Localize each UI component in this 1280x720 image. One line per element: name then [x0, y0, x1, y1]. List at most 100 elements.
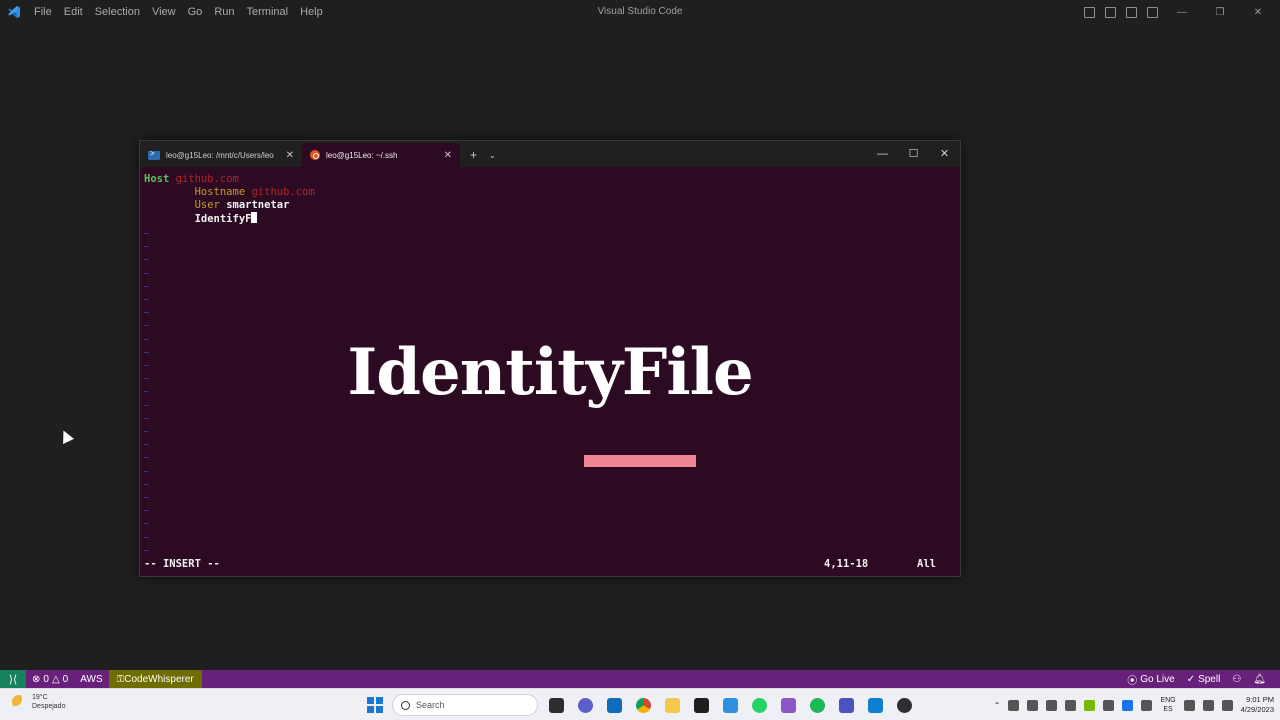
nvidia-icon[interactable]	[1084, 699, 1096, 711]
notifications-bell-icon[interactable]: 🔔︎	[1247, 674, 1272, 685]
overlay-underline	[584, 455, 696, 467]
tab-close-icon[interactable]: ✕	[444, 150, 452, 161]
problems-indicator[interactable]: ⊗ 0 △ 0	[26, 674, 74, 685]
menu-go[interactable]: Go	[182, 6, 209, 18]
bluetooth-icon[interactable]	[1122, 699, 1134, 711]
tab-label: leo@g15Leo: ~/.ssh	[326, 150, 398, 160]
menu-edit[interactable]: Edit	[58, 6, 89, 18]
tilde-marker: ~	[144, 427, 149, 436]
tray-app-icon[interactable]	[1065, 699, 1077, 711]
tray-app-icon[interactable]	[1027, 699, 1039, 711]
toggle-secondary-sidebar-icon[interactable]	[1126, 6, 1137, 18]
hostname-value: github.com	[251, 186, 315, 198]
tilde-marker: ~	[144, 506, 149, 516]
tilde-marker: ~	[144, 308, 149, 318]
keyword-user: User	[194, 199, 220, 211]
wifi-icon[interactable]	[1183, 699, 1195, 711]
config-line-4: IdentifyF	[144, 212, 258, 225]
minimize-icon[interactable]: —	[867, 141, 898, 167]
chrome-app-icon[interactable]	[631, 694, 655, 716]
microphone-icon[interactable]	[1141, 699, 1153, 711]
terminal-window-controls: — ☐ ✕	[867, 141, 960, 167]
menu-help[interactable]: Help	[294, 6, 329, 18]
tray-app-icon[interactable]	[1103, 699, 1115, 711]
terminal-tab-bar: leo@g15Leo: /mnt/c/Users/leo ✕ leo@g15Le…	[140, 141, 960, 167]
menu-view[interactable]: View	[146, 6, 182, 18]
volume-icon[interactable]	[1202, 699, 1214, 711]
teams-app-icon[interactable]	[834, 694, 858, 716]
file-explorer-app-icon[interactable]	[544, 694, 568, 716]
warning-icon: △	[51, 673, 60, 685]
tilde-marker: ~	[144, 281, 149, 291]
codewhisperer-label: CodeWhisperer	[124, 673, 194, 685]
menu-run[interactable]: Run	[208, 6, 240, 18]
battery-icon[interactable]	[1221, 699, 1233, 711]
folder-app-icon[interactable]	[660, 694, 684, 716]
tab-close-icon[interactable]: ✕	[286, 150, 294, 161]
close-icon[interactable]: ✕	[1244, 7, 1272, 18]
maximize-icon[interactable]: ☐	[898, 141, 929, 167]
restore-icon[interactable]: ❐	[1206, 7, 1234, 18]
visual-studio-app-icon[interactable]	[776, 694, 800, 716]
aws-item[interactable]: AWS	[74, 674, 108, 685]
tilde-marker: ~	[144, 295, 149, 304]
taskbar-apps	[544, 694, 916, 716]
tilde-marker: ~	[144, 268, 149, 278]
spotify-app-icon[interactable]	[805, 694, 829, 716]
tray-app-icon[interactable]	[1046, 699, 1058, 711]
go-live-button[interactable]: ⦿ Go Live	[1121, 672, 1180, 687]
terminal-window: leo@g15Leo: /mnt/c/Users/leo ✕ leo@g15Le…	[139, 140, 961, 577]
teams-chat-app-icon[interactable]	[573, 694, 597, 716]
remote-icon[interactable]: ⟩⟨	[0, 670, 26, 688]
whatsapp-app-icon[interactable]	[747, 694, 771, 716]
warning-count: 0	[62, 673, 69, 685]
tab-ubuntu[interactable]: leo@g15Leo: ~/.ssh ✕	[302, 143, 460, 167]
title-controls: — ❐ ✕	[1084, 0, 1272, 24]
tray-app-icon[interactable]	[1008, 699, 1020, 711]
cursor-position: 4,11-18	[824, 558, 869, 570]
tab-powershell[interactable]: leo@g15Leo: /mnt/c/Users/leo ✕	[140, 143, 302, 167]
overlay-caption: IdentityFile	[347, 335, 753, 410]
tilde-marker: ~	[144, 255, 149, 265]
new-tab-icon[interactable]: +	[470, 143, 477, 167]
close-icon[interactable]: ✕	[929, 141, 960, 167]
config-line-1: Host github.com	[144, 173, 239, 186]
toggle-primary-sidebar-icon[interactable]	[1084, 6, 1095, 18]
tilde-marker: ~	[144, 440, 149, 450]
obs-app-icon[interactable]	[892, 694, 916, 716]
windows-logo-tile	[376, 706, 383, 713]
spell-button[interactable]: ✓ Spell	[1181, 674, 1227, 685]
clock[interactable]: 9:01 PM 4/29/2023	[1241, 695, 1274, 715]
search-icon	[401, 700, 410, 710]
codewhisperer-item[interactable]: ⚿ CodeWhisperer	[108, 670, 202, 688]
host-value: github.com	[175, 173, 239, 185]
config-line-3: User smartnetar	[144, 199, 290, 212]
error-icon: ⊗	[32, 673, 41, 685]
tilde-marker: ~	[144, 413, 149, 423]
terminal-app-icon[interactable]	[689, 694, 713, 716]
tilde-marker: ~	[144, 453, 149, 463]
start-button[interactable]	[367, 697, 383, 713]
remote-desktop-app-icon[interactable]	[863, 694, 887, 716]
chevron-down-icon[interactable]: ⌄	[489, 143, 496, 167]
mail-app-icon[interactable]	[602, 694, 626, 716]
chevron-up-icon[interactable]: ⌃	[994, 701, 1001, 710]
tilde-marker: ~	[144, 229, 149, 238]
windows-logo-icon	[367, 697, 374, 704]
terminal-content[interactable]: Host github.com Hostname github.com User…	[140, 167, 960, 576]
menu-file[interactable]: File	[28, 6, 58, 18]
tilde-marker: ~	[144, 532, 149, 542]
weather-widget[interactable]: 19°C Despejado	[12, 693, 65, 711]
windows-taskbar: 19°C Despejado Search ⌃ ENG ES 9:01 PM 4…	[0, 688, 1280, 720]
toggle-panel-icon[interactable]	[1105, 6, 1116, 18]
windows-logo-tile	[376, 697, 383, 704]
minimize-icon[interactable]: —	[1168, 7, 1196, 18]
status-bar: ⟩⟨ ⊗ 0 △ 0 AWS ⚿ CodeWhisperer ⦿ Go Live…	[0, 670, 1280, 688]
menu-terminal[interactable]: Terminal	[241, 6, 295, 18]
language-indicator[interactable]: ENG ES	[1160, 696, 1175, 714]
accounts-icon[interactable]: ⚇	[1226, 674, 1247, 685]
menu-selection[interactable]: Selection	[89, 6, 146, 18]
customize-layout-icon[interactable]	[1147, 6, 1158, 18]
taskbar-search[interactable]: Search	[392, 694, 538, 716]
vscode-app-icon[interactable]	[718, 694, 742, 716]
